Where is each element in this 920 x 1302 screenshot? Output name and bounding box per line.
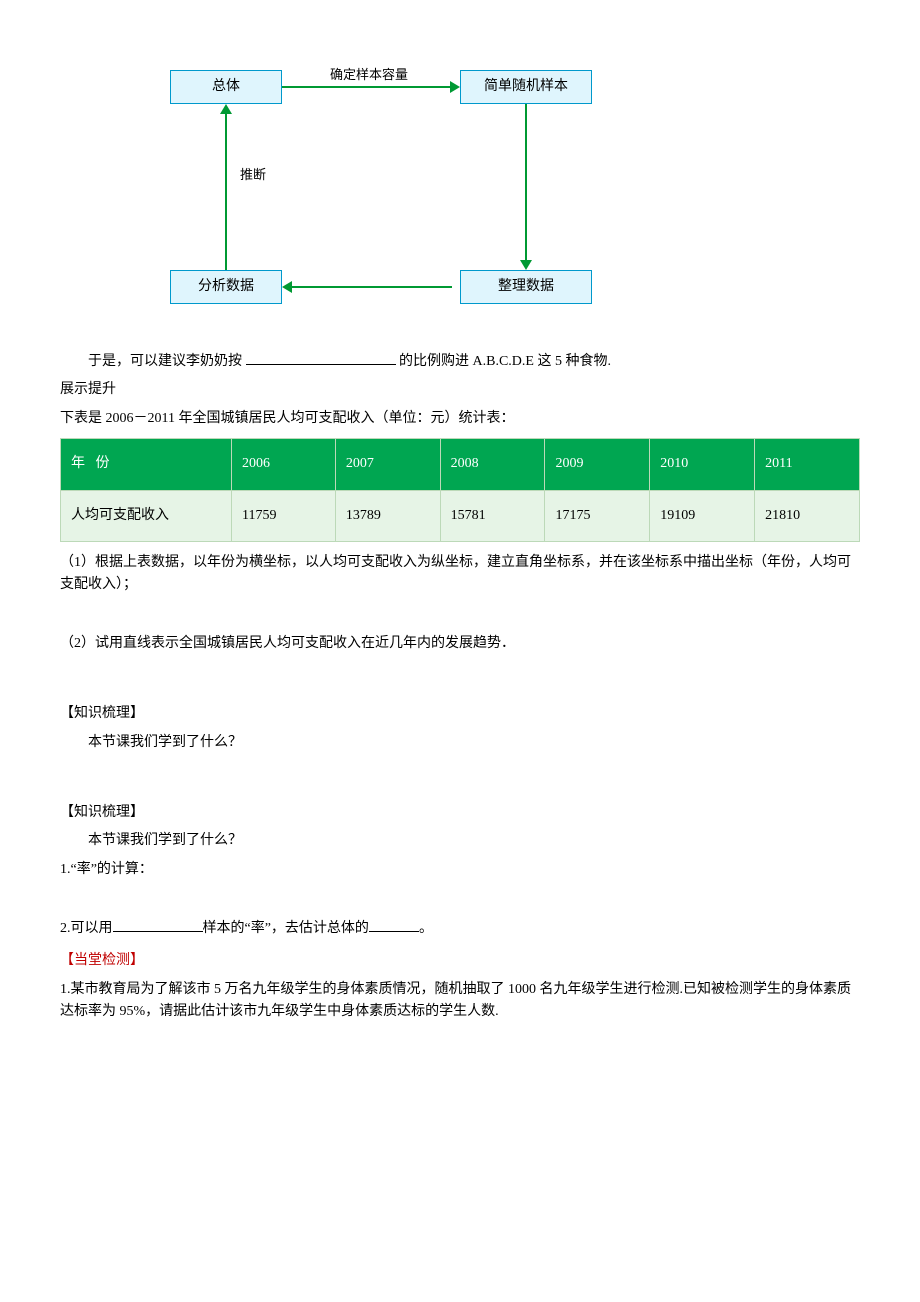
arrow-bottom: [292, 286, 452, 288]
section-show: 展示提升: [60, 379, 860, 401]
td-income-0: 11759: [232, 490, 336, 541]
flow-box-fenxi: 分析数据: [170, 270, 282, 304]
th-year-5: 2011: [755, 439, 860, 490]
table-header-row: 年 份 2006 2007 2008 2009 2010 2011: [61, 439, 860, 490]
td-income-2: 15781: [440, 490, 545, 541]
income-table: 年 份 2006 2007 2008 2009 2010 2011 人均可支配收…: [60, 438, 860, 542]
td-income-1: 13789: [335, 490, 440, 541]
th-year-0: 2006: [232, 439, 336, 490]
flow-box-zhengli: 整理数据: [460, 270, 592, 304]
knowledge-title-1: 【知识梳理】: [60, 703, 860, 725]
arrow-left-head: [220, 104, 232, 114]
item-2-pre: 2.可以用: [60, 921, 113, 936]
arrow-top: [282, 86, 452, 88]
knowledge-title-2: 【知识梳理】: [60, 802, 860, 824]
th-year-label: 年 份: [61, 439, 232, 490]
question-1: （1）根据上表数据，以年份为横坐标，以人均可支配收入为纵坐标，建立直角坐标系，并…: [60, 552, 860, 597]
th-year-2: 2008: [440, 439, 545, 490]
knowledge-body-2: 本节课我们学到了什么？: [60, 830, 860, 852]
suggestion-para: 于是，可以建议李奶奶按 的比例购进 A.B.C.D.E 这 5 种食物.: [60, 350, 860, 373]
item-1: 1.“率”的计算：: [60, 859, 860, 881]
flow-label-top: 确定样本容量: [330, 65, 408, 86]
table-body-row: 人均可支配收入 11759 13789 15781 17175 19109 21…: [61, 490, 860, 541]
arrow-bottom-head: [282, 281, 292, 293]
arrow-right-head: [520, 260, 532, 270]
item-2-blank-1: [113, 917, 203, 932]
exam-q1: 1.某市教育局为了解该市 5 万名九年级学生的身体素质情况，随机抽取了 1000…: [60, 979, 860, 1024]
suggestion-prefix: 于是，可以建议李奶奶按: [88, 354, 246, 369]
flow-box-jiandan: 简单随机样本: [460, 70, 592, 104]
th-year-3: 2009: [545, 439, 650, 490]
flow-box-zongti: 总体: [170, 70, 282, 104]
item-2: 2.可以用 样本的“率”，去估计总体的 。: [60, 917, 860, 940]
th-year-4: 2010: [650, 439, 755, 490]
th-year-1: 2007: [335, 439, 440, 490]
item-2-post: 。: [419, 921, 433, 936]
flowchart: 总体 简单随机样本 分析数据 整理数据 确定样本容量 推断: [160, 70, 640, 330]
knowledge-body-1: 本节课我们学到了什么？: [60, 732, 860, 754]
flow-label-left: 推断: [240, 165, 266, 186]
item-2-blank-2: [369, 917, 419, 932]
exam-title: 【当堂检测】: [60, 950, 860, 972]
td-income-5: 21810: [755, 490, 860, 541]
arrow-right: [525, 104, 527, 262]
suggestion-suffix: 的比例购进 A.B.C.D.E 这 5 种食物.: [399, 354, 611, 369]
suggestion-blank: [246, 350, 396, 365]
td-income-label: 人均可支配收入: [61, 490, 232, 541]
question-2: （2）试用直线表示全国城镇居民人均可支配收入在近几年内的发展趋势．: [60, 633, 860, 655]
item-2-mid: 样本的“率”，去估计总体的: [203, 921, 369, 936]
td-income-3: 17175: [545, 490, 650, 541]
arrow-left: [225, 114, 227, 270]
td-income-4: 19109: [650, 490, 755, 541]
arrow-top-head: [450, 81, 460, 93]
table-intro: 下表是 2006－2011 年全国城镇居民人均可支配收入（单位：元）统计表：: [60, 408, 860, 430]
